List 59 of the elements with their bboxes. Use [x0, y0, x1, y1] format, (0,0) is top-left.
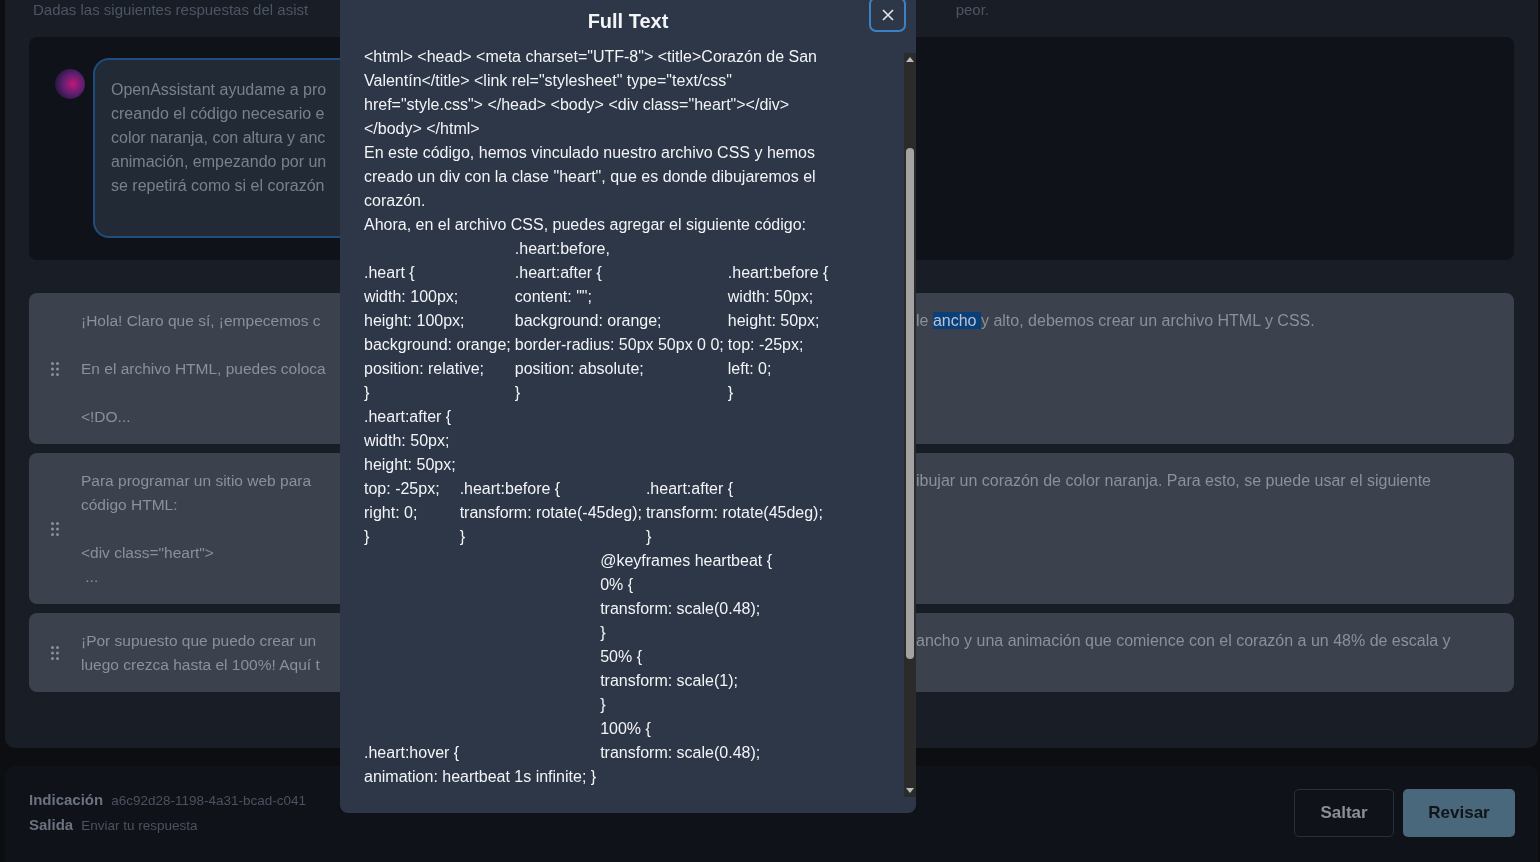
output-hint: Enviar tu respuesta — [81, 817, 198, 835]
output-label: Salida — [29, 815, 74, 835]
code-line: 50% { — [600, 647, 643, 667]
code-line: .heart { — [364, 263, 416, 283]
code-line: content: ""; — [514, 287, 593, 307]
code-line: top: -25px; — [364, 479, 441, 499]
instruction-text: Dadas las siguientes respuestas del asist — [33, 1, 309, 20]
dialog-title: Full Text — [586, 9, 670, 33]
instruction-text: peor. — [955, 1, 989, 20]
code-line: height: 50px; — [364, 455, 456, 475]
code-line: } — [645, 527, 653, 547]
code-line: .heart:after { — [645, 479, 735, 499]
dialog-text: En este código, hemos vinculado nuestro archivo CSS y hemos creado un div con la clase "heart", que es donde dibujaremos el corazón. — [364, 143, 817, 211]
response-text: ibujar un corazón de color naranja. Para esto, se puede usar el siguiente — [916, 471, 1432, 491]
code-line: animation: heartbeat 1s infinite; } — [364, 767, 597, 787]
code-line: width: 50px; — [364, 431, 451, 451]
response-text: Para programar un sitio web para código HTML: <div class="heart"> ... — [81, 471, 313, 587]
code-line: } — [459, 527, 466, 547]
code-line: } — [600, 623, 607, 643]
code-line: position: relative; — [364, 359, 486, 379]
code-line: right: 0; — [364, 503, 419, 523]
code-line: background: orange; — [514, 311, 663, 331]
code-line: border-radius: 50px 50px 0 0; — [514, 335, 724, 355]
code-line: .heart:hover { — [364, 743, 461, 763]
code-line: .heart:after { — [364, 407, 453, 427]
code-line: } — [364, 527, 371, 547]
code-line: position: absolute; — [514, 359, 645, 379]
code-line: } — [514, 383, 522, 403]
response-text: ancho y una animación que comience con el corazón a un 48% de escala y — [916, 631, 1452, 651]
code-line: transform: scale(0.48); — [600, 743, 762, 763]
prompt-label: Indicación — [29, 790, 104, 810]
code-line: height: 100px; — [364, 311, 466, 331]
prompt-text: OpenAssistant ayudame a pro creando el código necesario e color naranja, con altura y anc animación, empezando por un se repetirá como si el corazón — [111, 80, 327, 196]
code-line: } — [600, 695, 607, 715]
code-line: .heart:before, — [514, 239, 611, 259]
code-line: transform: scale(1); — [600, 671, 739, 691]
code-line: .heart:before { — [727, 263, 829, 283]
code-line: background: orange; — [364, 335, 511, 355]
code-line: .heart:before { — [459, 479, 562, 499]
code-line: @keyframes heartbeat { — [600, 551, 773, 571]
code-line: transform: rotate(-45deg); — [459, 503, 642, 523]
code-line: height: 50px; — [727, 311, 821, 331]
dialog-text: <html> <head> <meta charset="UTF-8"> <title>Corazón de San Valentín</title> <link rel="stylesheet" type="text/css" href="style.css"> </head> <body> <div class="heart"></div> </body> </html> — [364, 47, 818, 139]
code-line: top: -25px; — [727, 335, 805, 355]
code-line: .heart:after { — [514, 263, 603, 283]
dialog-text: Ahora, en el archivo CSS, puedes agregar el siguiente código: — [364, 215, 808, 235]
response-text: le ancho y alto, debemos crear un archivo HTML y CSS. — [916, 311, 1316, 331]
code-line: transform: scale(0.48); — [600, 599, 762, 619]
response-text: ¡Por supuesto que puedo crear un luego crezca hasta el 100%! Aquí t — [81, 631, 321, 675]
code-line: } — [364, 383, 371, 403]
code-line: width: 50px; — [727, 287, 815, 307]
response-text: ¡Hola! Claro que sí, ¡empecemos c En el archivo HTML, puedes coloca <!DO... — [81, 311, 327, 427]
code-line: 100% { — [600, 719, 652, 739]
code-line: } — [727, 383, 735, 403]
code-line: width: 100px; — [364, 287, 460, 307]
code-line: 0% { — [600, 575, 635, 595]
prompt-id: a6c92d28-1198-4a31-bcad-c041 — [111, 792, 307, 810]
code-line: transform: rotate(45deg); — [645, 503, 823, 523]
code-line: left: 0; — [727, 359, 773, 379]
